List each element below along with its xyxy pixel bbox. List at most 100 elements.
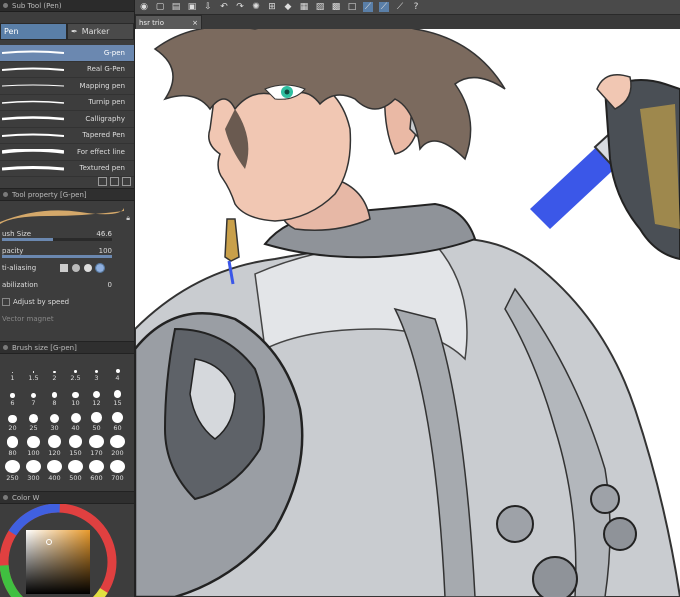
pen-item-turnip-pen[interactable]: Turnip pen: [0, 95, 134, 111]
drawing-canvas[interactable]: [135, 29, 680, 597]
brush-size-option-label: 15: [113, 399, 122, 407]
brush-size-option[interactable]: 6: [2, 385, 23, 407]
brush-size-option[interactable]: 1.5: [23, 360, 44, 382]
new-file-icon[interactable]: ▢: [155, 2, 165, 12]
color-wheel[interactable]: [0, 503, 134, 597]
delete-icon[interactable]: [122, 177, 131, 186]
ruler-snap-icon[interactable]: ⟋: [363, 2, 373, 12]
close-icon[interactable]: ×: [192, 19, 198, 27]
brush-size-option[interactable]: 8: [44, 385, 65, 407]
vector-magnet-row[interactable]: Vector magnet: [0, 310, 134, 327]
fill-icon[interactable]: ◆: [283, 2, 293, 12]
brush-size-option[interactable]: 120: [44, 435, 65, 457]
opacity-row[interactable]: pacity 100: [0, 242, 134, 259]
pen-item-calligraphy[interactable]: Calligraphy: [0, 111, 134, 128]
pen-item-effect-line[interactable]: For effect line: [0, 144, 134, 161]
panel-menu-icon[interactable]: [3, 3, 8, 8]
redo-icon[interactable]: ↷: [235, 2, 245, 12]
tab-marker[interactable]: ✒ Marker: [67, 23, 134, 40]
brush-size-slider[interactable]: [2, 238, 112, 241]
download-icon[interactable]: [98, 177, 107, 186]
brush-size-option[interactable]: 4: [107, 360, 128, 382]
brush-size-option[interactable]: 2.5: [65, 360, 86, 382]
special-ruler-icon[interactable]: ⟋: [379, 2, 389, 12]
brush-size-option[interactable]: 25: [23, 410, 44, 432]
open-icon[interactable]: ▤: [171, 2, 181, 12]
brush-size-option[interactable]: 200: [107, 435, 128, 457]
brush-size-option[interactable]: 30: [44, 410, 65, 432]
adjust-speed-row[interactable]: Adjust by speed: [0, 293, 134, 310]
left-panel: Sub Tool (Pen) Pen ✒ Marker G-pen Real G…: [0, 0, 135, 597]
aa-weak-icon[interactable]: [72, 263, 80, 272]
selection-icon[interactable]: ▨: [315, 2, 325, 12]
aa-medium-icon[interactable]: [84, 263, 92, 272]
save-icon[interactable]: ▣: [187, 2, 197, 12]
aa-strong-icon[interactable]: [95, 262, 105, 273]
stroke-preview-icon: [2, 50, 64, 54]
undo-icon[interactable]: ↶: [219, 2, 229, 12]
lock-icon[interactable]: 🔒︎: [126, 214, 130, 223]
brush-size-option[interactable]: 50: [86, 410, 107, 432]
pen-item-g-pen[interactable]: G-pen: [0, 45, 134, 62]
brush-size-option[interactable]: 40: [65, 410, 86, 432]
brush-size-option[interactable]: 1: [2, 360, 23, 382]
brush-size-option-label: 25: [29, 424, 38, 432]
opacity-slider[interactable]: [2, 255, 112, 258]
sub-tool-title: Sub Tool (Pen): [12, 1, 62, 10]
brush-size-option[interactable]: 15: [107, 385, 128, 407]
brush-size-option[interactable]: 20: [2, 410, 23, 432]
brush-size-option[interactable]: 300: [23, 460, 44, 482]
mask-icon[interactable]: ▩: [331, 2, 341, 12]
brush-dot-icon: [26, 460, 41, 473]
pen-list: G-pen Real G-Pen Mapping pen Turnip pen …: [0, 45, 134, 482]
app-icon[interactable]: ◉: [139, 2, 149, 12]
brush-size-option[interactable]: 3: [86, 360, 107, 382]
brush-size-option[interactable]: 170: [86, 435, 107, 457]
document-tab[interactable]: hsr trio ×: [135, 15, 202, 30]
panel-menu-icon[interactable]: [3, 192, 8, 197]
sub-tool-titlebar[interactable]: Sub Tool (Pen): [0, 0, 134, 12]
transform-icon[interactable]: ⊞: [267, 2, 277, 12]
pen-item-textured-pen[interactable]: Textured pen: [0, 161, 134, 177]
color-header[interactable]: Color W: [0, 491, 134, 504]
grid-snap-icon[interactable]: ⟋: [395, 2, 405, 12]
opacity-value[interactable]: 100: [99, 247, 112, 255]
brush-size-option[interactable]: 12: [86, 385, 107, 407]
export-icon[interactable]: ⇩: [203, 2, 213, 12]
settings-icon[interactable]: ✺: [251, 2, 261, 12]
brush-size-row[interactable]: ush Size 46.6: [0, 225, 134, 242]
brush-size-option[interactable]: 700: [107, 460, 128, 482]
pen-item-tapered-pen[interactable]: Tapered Pen: [0, 128, 134, 144]
brush-size-option[interactable]: 400: [44, 460, 65, 482]
brush-size-option-label: 4: [115, 374, 120, 382]
tab-pen[interactable]: Pen: [0, 23, 67, 40]
panel-menu-icon[interactable]: [3, 345, 8, 350]
panel-menu-icon[interactable]: [3, 495, 8, 500]
brush-size-option[interactable]: 250: [2, 460, 23, 482]
tool-property-header[interactable]: Tool property [G-pen]: [0, 188, 134, 201]
pen-item-real-g-pen[interactable]: Real G-Pen: [0, 62, 134, 78]
pen-item-mapping-pen[interactable]: Mapping pen: [0, 78, 134, 95]
help-icon[interactable]: ?: [411, 2, 421, 12]
stabilization-row[interactable]: abilization 0: [0, 276, 134, 293]
brush-preview: 🔒︎: [0, 201, 134, 225]
duplicate-icon[interactable]: [110, 177, 119, 186]
checkbox[interactable]: [2, 297, 10, 306]
frame-icon[interactable]: □: [347, 2, 357, 12]
aa-none-icon[interactable]: [60, 263, 68, 272]
brush-size-option[interactable]: 60: [107, 410, 128, 432]
brush-size-option[interactable]: 500: [65, 460, 86, 482]
brush-size-header[interactable]: Brush size [G-pen]: [0, 341, 134, 354]
brush-size-option[interactable]: 150: [65, 435, 86, 457]
brush-size-option[interactable]: 10: [65, 385, 86, 407]
stabilization-value[interactable]: 0: [108, 281, 112, 289]
brush-size-option[interactable]: 100: [23, 435, 44, 457]
stroke-preview-icon: [2, 67, 64, 71]
brush-size-option[interactable]: 600: [86, 460, 107, 482]
brush-size-value[interactable]: 46.6: [96, 230, 112, 238]
brush-size-option[interactable]: 80: [2, 435, 23, 457]
layer-icon[interactable]: ▦: [299, 2, 309, 12]
brush-size-option[interactable]: 7: [23, 385, 44, 407]
brush-size-option-label: 20: [8, 424, 17, 432]
brush-size-option[interactable]: 2: [44, 360, 65, 382]
